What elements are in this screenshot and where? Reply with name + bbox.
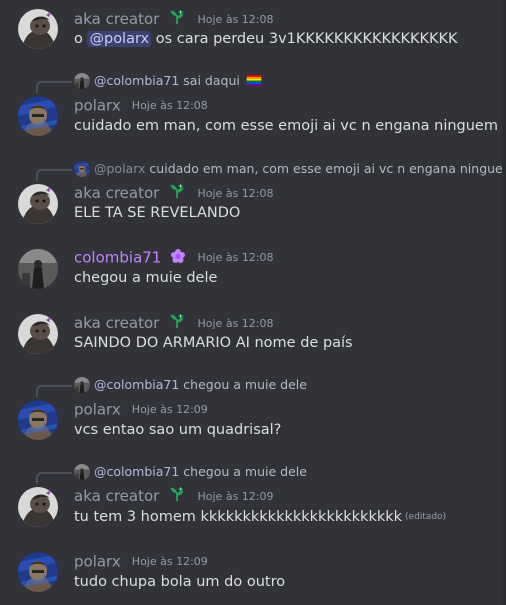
message-header: aka creator Hoje às 12:08 <box>74 8 274 28</box>
scrollbar[interactable] <box>502 0 506 605</box>
rainbow-flag-icon <box>246 75 262 86</box>
message-header: aka creator Hoje às 12:08 <box>74 312 274 332</box>
avatar[interactable] <box>18 400 58 440</box>
timestamp[interactable]: Hoje às 12:09 <box>198 490 274 503</box>
avatar[interactable] <box>18 184 58 224</box>
leaf-badge-icon[interactable] <box>168 312 186 334</box>
reply-author[interactable]: @colombia71 <box>94 377 179 392</box>
message-content: vcs entao sao um quadrisal? <box>74 422 282 438</box>
author-name[interactable]: polarx <box>74 401 121 419</box>
message: aka creator Hoje às 12:08 SAINDO DO ARMA… <box>0 305 500 365</box>
message-header: polarx Hoje às 12:09 <box>74 399 208 419</box>
chat-view: { "colors": { "background": "#323339", "… <box>0 0 506 605</box>
reply-author[interactable]: @colombia71 <box>94 464 179 479</box>
author-name[interactable]: aka creator <box>74 10 159 28</box>
author-name[interactable]: aka creator <box>74 184 159 202</box>
author-name[interactable]: aka creator <box>74 314 159 332</box>
reply-spine <box>36 81 72 93</box>
avatar[interactable] <box>18 96 58 136</box>
message-header: colombia71 Hoje às 12:08 <box>74 247 274 267</box>
author-name[interactable]: colombia71 <box>74 249 161 267</box>
user-mention[interactable]: @polarx <box>87 31 152 47</box>
author-name[interactable]: aka creator <box>74 487 159 505</box>
message-header: aka creator Hoje às 12:08 <box>74 182 274 202</box>
avatar[interactable] <box>18 487 58 527</box>
message-content: ELE TA SE REVELANDO <box>74 205 241 221</box>
message: @colombia71 chegou a muie dele aka creato… <box>0 459 500 539</box>
avatar[interactable] <box>18 249 58 289</box>
reply-spine <box>36 385 72 397</box>
reply-text: chegou a muie dele <box>183 377 307 392</box>
message-content: chegou a muie dele <box>74 270 218 286</box>
reply-avatar <box>74 463 90 480</box>
reply-text: sai daqui <box>183 73 240 88</box>
flower-role-icon[interactable] <box>170 248 186 268</box>
author-name[interactable]: polarx <box>74 97 121 115</box>
message-content: cuidado em man, com esse emoji ai vc n e… <box>74 118 498 134</box>
reply-avatar <box>74 72 90 89</box>
message-header: polarx Hoje às 12:08 <box>74 95 208 115</box>
timestamp[interactable]: Hoje às 12:08 <box>198 13 274 26</box>
timestamp[interactable]: Hoje às 12:08 <box>132 99 208 112</box>
reply-author[interactable]: @colombia71 <box>94 73 179 88</box>
message: polarx Hoje às 12:09 tudo chupa bola um … <box>0 545 500 605</box>
message-content: o @polarx os cara perdeu 3v1KKKKKKKKKKKK… <box>74 31 458 47</box>
avatar[interactable] <box>18 9 58 49</box>
avatar[interactable] <box>18 314 58 354</box>
message: @polarx cuidado em man, com esse emoji ai… <box>0 158 506 238</box>
reply-avatar <box>74 160 90 177</box>
reply-author[interactable]: @polarx <box>94 161 145 176</box>
timestamp[interactable]: Hoje às 12:09 <box>132 555 208 568</box>
timestamp[interactable]: Hoje às 12:09 <box>132 403 208 416</box>
edited-label: (editado) <box>405 512 447 522</box>
author-name[interactable]: polarx <box>74 553 121 571</box>
message: colombia71 Hoje às 12:08 chegou a muie d… <box>0 240 500 300</box>
avatar[interactable] <box>18 552 58 592</box>
message-content: SAINDO DO ARMARIO AI nome de país <box>74 335 353 351</box>
message-header: polarx Hoje às 12:09 <box>74 551 208 571</box>
message: @colombia71 chegou a muie dele polarx Hoj… <box>0 372 500 452</box>
reply-spine <box>36 472 72 484</box>
message: aka creator Hoje às 12:08 o @polarx os c… <box>0 0 500 60</box>
reply-avatar <box>74 376 90 393</box>
message-content: tudo chupa bola um do outro <box>74 574 286 590</box>
reply-text: cuidado em man, com esse emoji ai vc n e… <box>149 161 506 176</box>
leaf-badge-icon[interactable] <box>168 8 186 30</box>
timestamp[interactable]: Hoje às 12:08 <box>198 317 274 330</box>
leaf-badge-icon[interactable] <box>168 182 186 204</box>
message: @colombia71 sai daqui polarx Hoje às 12:0… <box>0 68 500 148</box>
timestamp[interactable]: Hoje às 12:08 <box>198 187 274 200</box>
reply-text: chegou a muie dele <box>183 464 307 479</box>
reply-spine <box>36 169 72 181</box>
message-header: aka creator Hoje às 12:09 <box>74 485 274 505</box>
message-content: tu tem 3 homem kkkkkkkkkkkkkkkkkkkkkkkk(… <box>74 509 447 525</box>
timestamp[interactable]: Hoje às 12:08 <box>198 251 274 264</box>
leaf-badge-icon[interactable] <box>168 485 186 507</box>
